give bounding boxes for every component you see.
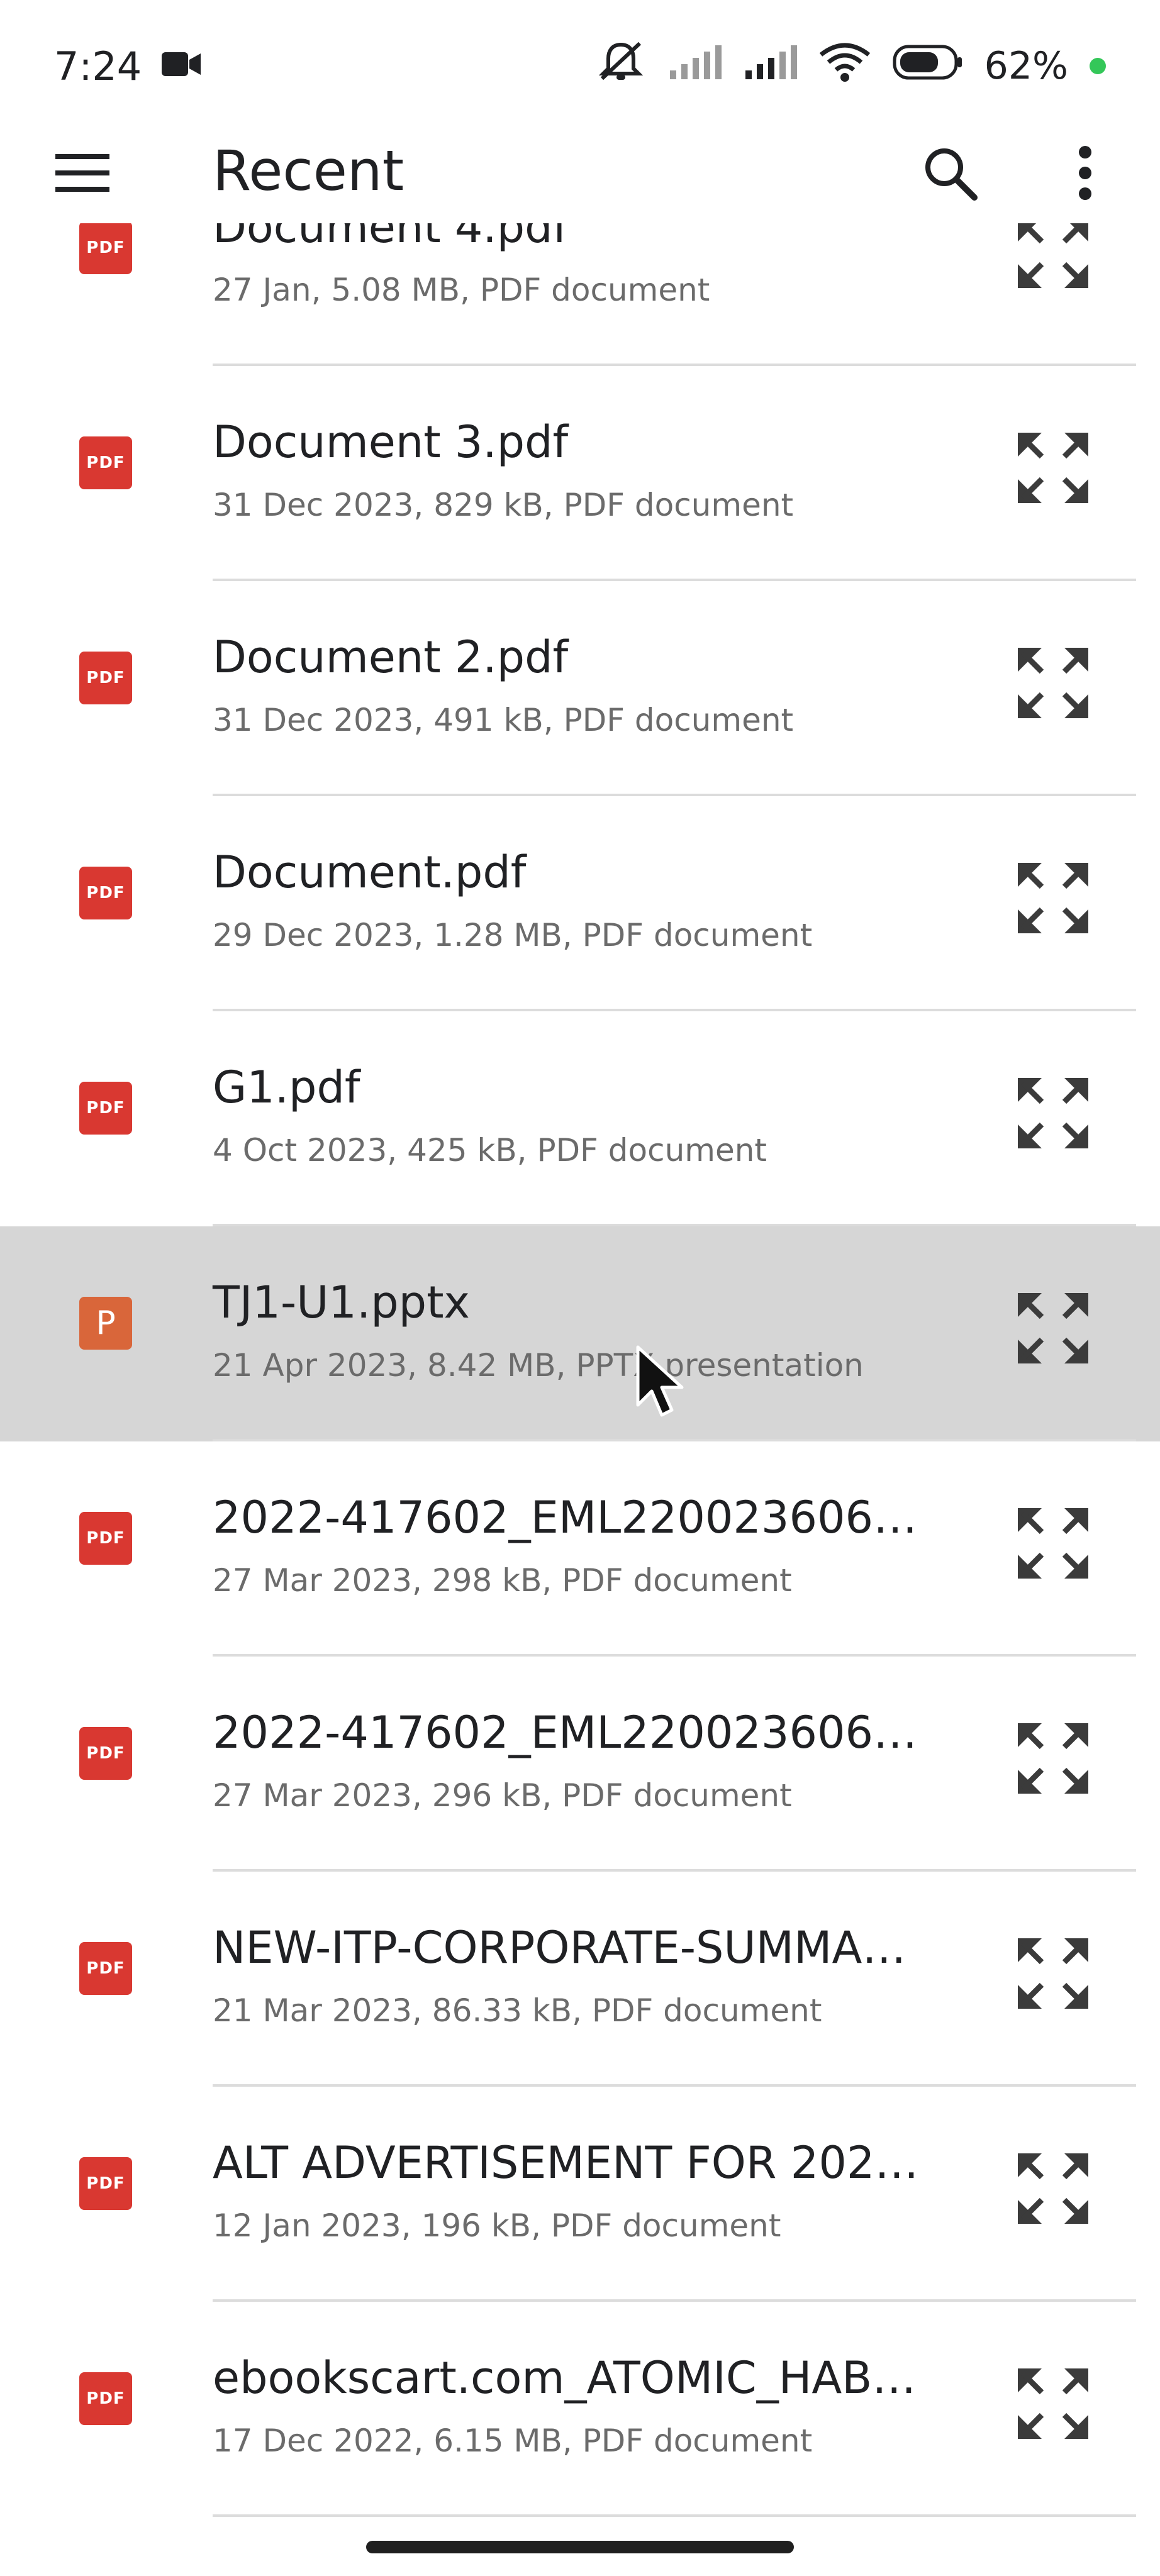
file-name: Document 3.pdf [213,416,569,468]
recent-files-list[interactable]: PDF Document 4.pdf 27 Jan, 5.08 MB, PDF do… [0,223,1160,2550]
file-name: TJ1-U1.pptx [213,1277,470,1328]
expand-icon [1018,1078,1088,1148]
file-meta: 12 Jan 2023, 196 kB, PDF document [213,2207,781,2244]
pdf-file-icon: PDF [79,1942,132,1995]
row-divider [213,2514,1136,2517]
file-name: 2022-417602_EML220023606… [213,1492,918,1543]
expand-icon [1018,1293,1088,1363]
file-name: NEW-ITP-CORPORATE-SUMMA… [213,1922,906,1974]
battery-icon [893,43,963,89]
expand-icon [1018,648,1088,718]
file-row[interactable]: PDF Document 4.pdf 27 Jan, 5.08 MB, PDF do… [0,223,1160,366]
file-meta: 27 Mar 2023, 298 kB, PDF document [213,1562,792,1599]
app-bar: Recent [0,126,1160,223]
file-row[interactable]: PDF G1.pdf 4 Oct 2023, 425 kB, PDF documen… [0,1011,1160,1226]
pdf-file-icon: PDF [79,1727,132,1780]
expand-preview-button[interactable] [1014,644,1092,722]
pdf-file-icon: PDF [79,223,132,274]
file-name: Document 4.pdf [213,223,569,253]
file-name: G1.pdf [213,1062,360,1113]
expand-preview-button[interactable] [1014,1289,1092,1367]
expand-preview-button[interactable] [1014,2365,1092,2443]
search-icon [925,148,978,201]
file-row[interactable]: PDF Document 3.pdf 31 Dec 2023, 829 kB, PD… [0,366,1160,581]
file-row[interactable]: PDF ebookscart.com_ATOMIC_HAB… 17 Dec 2022… [0,2302,1160,2517]
file-row[interactable]: PDF Document.pdf 29 Dec 2023, 1.28 MB, PDF… [0,796,1160,1011]
expand-icon [1018,863,1088,933]
more-options-button[interactable] [1051,138,1120,208]
pdf-file-icon: PDF [79,1082,132,1135]
status-left: 7:24 [54,43,202,89]
expand-preview-button[interactable] [1014,1935,1092,2012]
page-title: Recent [213,138,404,203]
menu-button[interactable] [54,145,111,201]
pdf-file-icon: PDF [79,1512,132,1565]
file-meta: 4 Oct 2023, 425 kB, PDF document [213,1132,767,1169]
expand-icon [1018,1508,1088,1579]
mouse-cursor-icon [636,1345,684,1417]
expand-preview-button[interactable] [1014,429,1092,507]
status-bar: 7:24 62% [0,0,1160,132]
expand-icon [1018,223,1088,288]
file-name: Document.pdf [213,847,527,898]
expand-preview-button[interactable] [1014,1504,1092,1582]
pptx-file-icon: P [79,1297,132,1350]
file-name: Document 2.pdf [213,631,569,683]
file-meta: 17 Dec 2022, 6.15 MB, PDF document [213,2423,813,2459]
wifi-icon [818,41,871,92]
expand-preview-button[interactable] [1014,859,1092,937]
status-time: 7:24 [54,43,142,89]
battery-percentage: 62% [984,44,1068,88]
file-meta: 31 Dec 2023, 491 kB, PDF document [213,702,794,738]
pdf-file-icon: PDF [79,652,132,704]
expand-preview-button[interactable] [1014,223,1092,292]
file-meta: 21 Apr 2023, 8.42 MB, PPTX presentation [213,1347,864,1384]
file-meta: 29 Dec 2023, 1.28 MB, PDF document [213,917,813,953]
status-right: 62% [596,40,1106,93]
pdf-file-icon: PDF [79,2157,132,2210]
mute-icon [596,40,646,93]
video-camera-icon [160,43,202,89]
privacy-indicator-dot [1090,58,1106,74]
file-row[interactable]: PDF ALT ADVERTISEMENT FOR 202… 12 Jan 2023… [0,2087,1160,2302]
file-name: 2022-417602_EML220023606… [213,1707,918,1758]
hamburger-menu-icon [55,154,109,192]
expand-icon [1018,2368,1088,2439]
expand-preview-button[interactable] [1014,2150,1092,2228]
home-indicator[interactable] [366,2541,794,2553]
pdf-file-icon: PDF [79,867,132,919]
file-meta: 27 Mar 2023, 296 kB, PDF document [213,1777,792,1814]
pdf-file-icon: PDF [79,2372,132,2425]
file-name: ebookscart.com_ATOMIC_HAB… [213,2352,917,2404]
expand-icon [1018,1723,1088,1794]
file-row[interactable]: PDF 2022-417602_EML220023606… 27 Mar 2023,… [0,1441,1160,1657]
pdf-file-icon: PDF [79,436,132,489]
expand-icon [1018,2153,1088,2224]
signal-icon-1 [667,43,722,90]
expand-icon [1018,433,1088,503]
search-button[interactable] [915,138,984,208]
expand-icon [1018,1938,1088,2009]
more-vert-icon [1079,146,1091,200]
file-row[interactable]: PDF Document 2.pdf 31 Dec 2023, 491 kB, PD… [0,581,1160,796]
file-row[interactable]: P TJ1-U1.pptx 21 Apr 2023, 8.42 MB, PPTX p… [0,1226,1160,1441]
expand-preview-button[interactable] [1014,1719,1092,1797]
file-row[interactable]: PDF NEW-ITP-CORPORATE-SUMMA… 21 Mar 2023, … [0,1872,1160,2087]
file-meta: 31 Dec 2023, 829 kB, PDF document [213,487,794,523]
expand-preview-button[interactable] [1014,1074,1092,1152]
file-row[interactable]: PDF 2022-417602_EML220023606… 27 Mar 2023,… [0,1657,1160,1872]
file-name: ALT ADVERTISEMENT FOR 202… [213,2137,919,2189]
signal-icon-2 [743,43,797,90]
file-meta: 21 Mar 2023, 86.33 kB, PDF document [213,1992,822,2029]
file-meta: 27 Jan, 5.08 MB, PDF document [213,272,710,308]
